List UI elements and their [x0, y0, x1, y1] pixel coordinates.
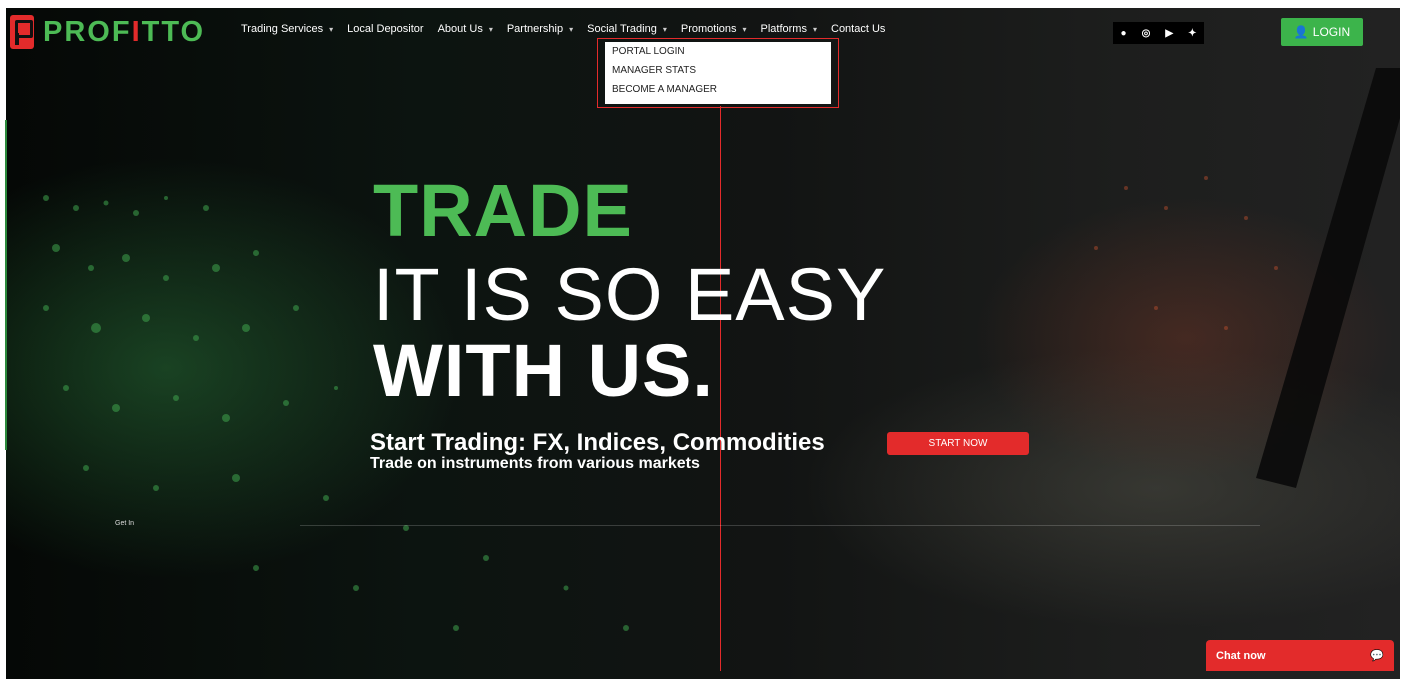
brand-logo[interactable]: PROFITTO [10, 15, 205, 49]
user-icon: 👤 [1293, 25, 1309, 39]
hero-subtitle: Start Trading: FX, Indices, Commodities [370, 429, 825, 456]
chevron-down-icon: ▾ [742, 25, 747, 34]
instagram-icon[interactable]: ◎ [1142, 28, 1151, 39]
social-trading-dropdown: PORTAL LOGIN MANAGER STATS BECOME A MANA… [597, 38, 839, 108]
chat-label: Chat now [1216, 649, 1266, 662]
logo-icon [10, 15, 34, 49]
nav-item-platforms[interactable]: Platforms ▾ [761, 23, 817, 35]
hero-heading-trade: TRADE [373, 169, 633, 252]
youtube-icon[interactable]: ▶ [1165, 28, 1173, 39]
left-accent-bar [5, 120, 7, 450]
nav-item-about-us[interactable]: About Us ▾ [438, 23, 493, 35]
social-links: ● ◎ ▶ ✦ [1113, 22, 1204, 44]
hero-description: Trade on instruments from various market… [370, 455, 700, 472]
nav-item-social-trading[interactable]: Social Trading ▾ [587, 23, 667, 35]
chevron-down-icon: ▾ [662, 25, 667, 34]
chat-bubble-icon: 💬 [1370, 650, 1384, 662]
menu-item-manager-stats[interactable]: MANAGER STATS [605, 61, 831, 80]
menu-item-become-manager[interactable]: BECOME A MANAGER [605, 80, 831, 99]
nav-item-local-depositor[interactable]: Local Depositor [347, 23, 423, 35]
chat-widget[interactable]: Chat now 💬 [1206, 640, 1394, 671]
brand-name: PROFITTO [43, 15, 206, 48]
chevron-down-icon: ▾ [569, 25, 574, 34]
nav-item-contact-us[interactable]: Contact Us [831, 23, 885, 35]
nav-item-trading-services[interactable]: Trading Services ▾ [241, 23, 333, 35]
facebook-icon[interactable]: ● [1121, 28, 1127, 39]
hero-heading-with-us: WITH US. [373, 329, 714, 412]
get-in-label: Get In [115, 520, 135, 527]
nav-item-partnership[interactable]: Partnership ▾ [507, 23, 573, 35]
chevron-down-icon: ▾ [488, 25, 493, 34]
start-now-button[interactable]: START NOW [887, 432, 1029, 455]
menu-item-portal-login[interactable]: PORTAL LOGIN [605, 42, 831, 61]
login-button[interactable]: 👤 LOGIN [1281, 18, 1363, 46]
chevron-down-icon: ▾ [329, 25, 334, 34]
dropdown-menu: PORTAL LOGIN MANAGER STATS BECOME A MANA… [605, 42, 831, 104]
nav-item-promotions[interactable]: Promotions ▾ [681, 23, 747, 35]
guide-line [720, 106, 721, 671]
chevron-down-icon: ▾ [812, 25, 817, 34]
twitter-icon[interactable]: ✦ [1188, 28, 1196, 39]
hero-heading-easy: IT IS SO EASY [373, 253, 887, 336]
divider [300, 525, 1260, 526]
main-nav: Trading Services ▾ Local Depositor About … [241, 23, 885, 35]
